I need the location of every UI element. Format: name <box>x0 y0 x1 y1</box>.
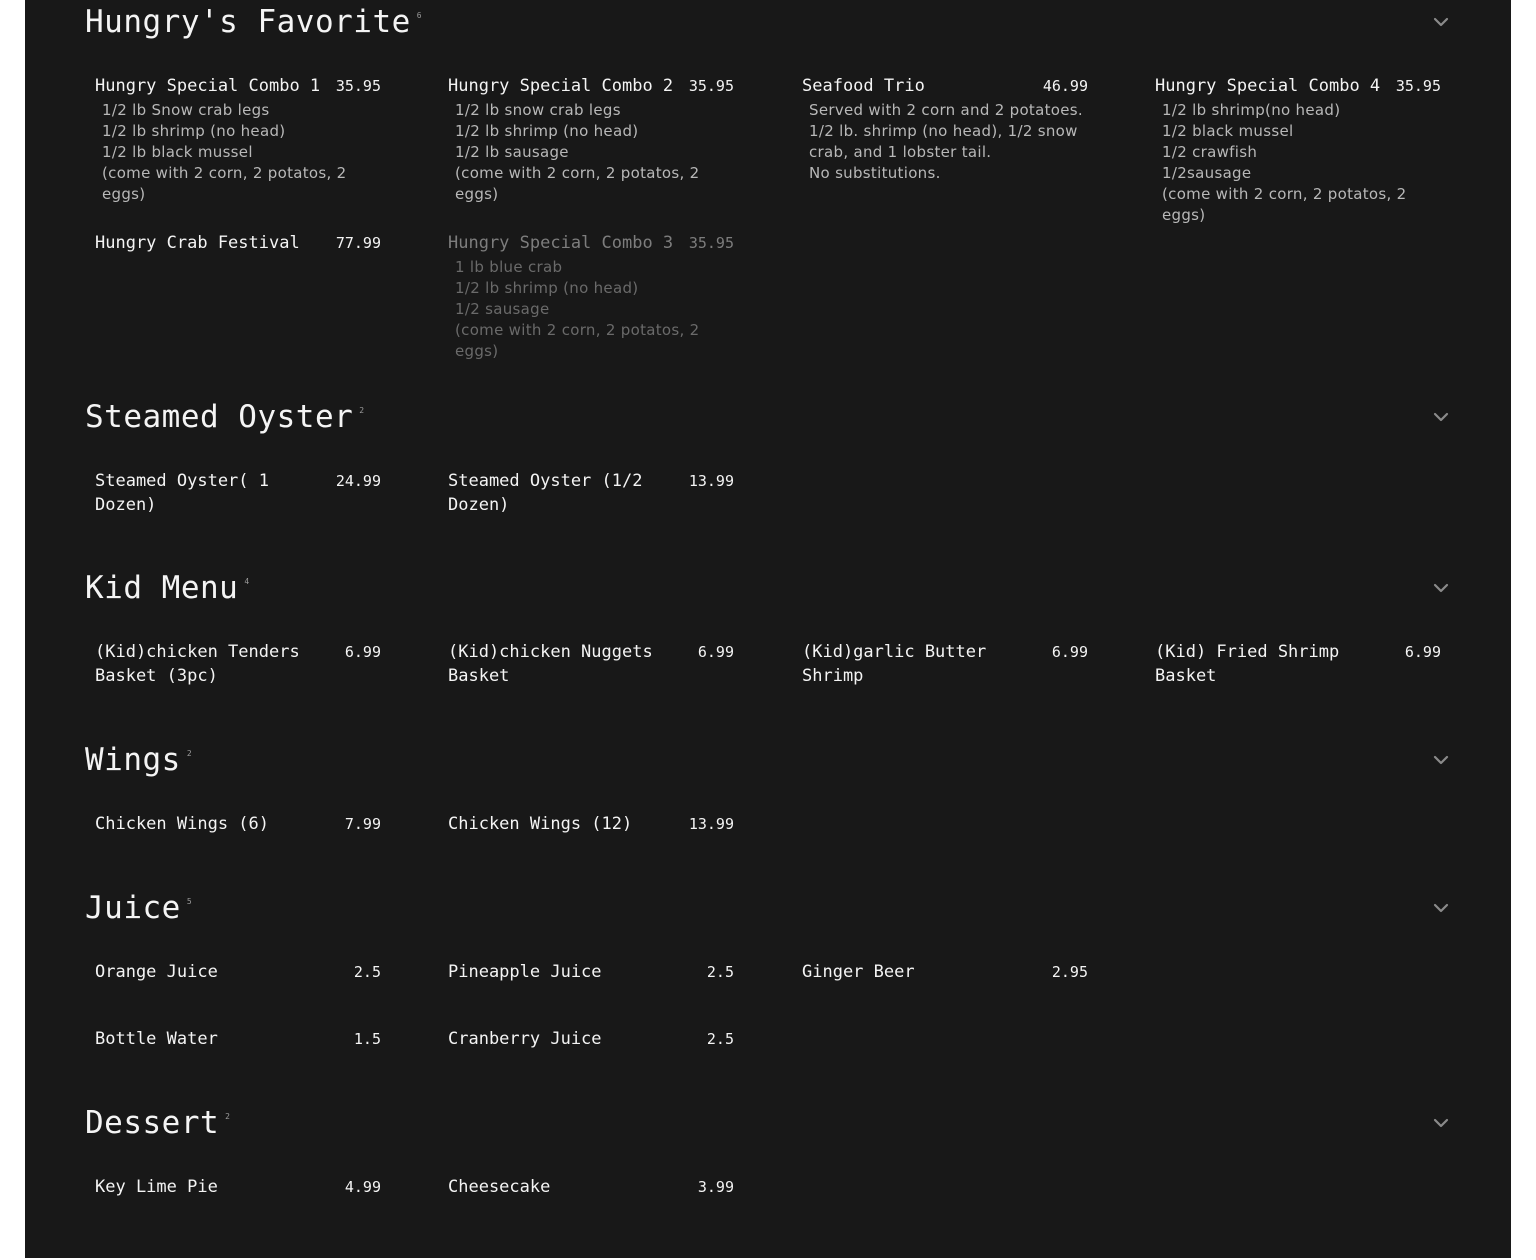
menu-item[interactable]: Hungry Special Combo 1 35.95 1/2 lb Snow … <box>95 74 381 205</box>
item-price: 35.95 <box>1395 77 1441 95</box>
item-name: Hungry Special Combo 3 <box>448 233 674 253</box>
section-kid-menu: Kid Menu 4 (Kid)chicken Tenders Basket (3… <box>85 566 1451 706</box>
item-name: Cranberry Juice <box>448 1029 602 1049</box>
section-header[interactable]: Dessert 2 <box>85 1101 1451 1145</box>
item-name: (Kid)garlic Butter Shrimp <box>802 642 987 686</box>
item-price: 35.95 <box>335 77 381 95</box>
section-dessert: Dessert 2 Key Lime Pie 4.99 Cheesecake 3.99 <box>85 1101 1451 1221</box>
item-price: 13.99 <box>688 472 734 490</box>
menu-item[interactable]: Key Lime Pie 4.99 <box>95 1175 381 1199</box>
section-item-count: 2 <box>359 406 365 415</box>
section-item-count: 2 <box>225 1112 231 1121</box>
item-name: Hungry Special Combo 2 <box>448 76 674 96</box>
menu-panel: Hungry's Favorite 6 Hungry Special Combo … <box>25 0 1511 1258</box>
item-name: Key Lime Pie <box>95 1177 218 1197</box>
menu-item[interactable]: Seafood Trio 46.99 Served with 2 corn and… <box>802 74 1088 184</box>
menu-item[interactable]: Hungry Special Combo 4 35.95 1/2 lb shrim… <box>1155 74 1441 226</box>
item-description: 1 lb blue crab 1/2 lb shrimp (no head) 1… <box>455 258 700 360</box>
item-name: Seafood Trio <box>802 76 925 96</box>
item-price: 35.95 <box>688 77 734 95</box>
item-price: 3.99 <box>697 1178 734 1196</box>
item-name: Pineapple Juice <box>448 962 602 982</box>
section-title: Kid Menu 4 <box>85 570 250 606</box>
menu-item[interactable]: Cranberry Juice 2.5 <box>448 1027 734 1051</box>
item-price: 2.5 <box>706 1030 734 1048</box>
menu-item[interactable]: Pineapple Juice 2.5 <box>448 960 734 984</box>
menu-item[interactable]: (Kid)chicken Nuggets Basket 6.99 <box>448 640 734 688</box>
item-name: Cheesecake <box>448 1177 551 1197</box>
menu-item[interactable]: Chicken Wings (12) 13.99 <box>448 812 734 836</box>
item-price: 1.5 <box>353 1030 381 1048</box>
item-name: Chicken Wings (6) <box>95 814 269 834</box>
item-name: Hungry Crab Festival <box>95 233 300 253</box>
section-item-count: 2 <box>186 749 193 758</box>
item-price: 2.5 <box>353 963 381 981</box>
item-name: Steamed Oyster( 1 Dozen) <box>95 471 269 515</box>
item-price: 2.5 <box>706 963 734 981</box>
item-price: 6.99 <box>1404 643 1441 661</box>
item-name: (Kid) Fried Shrimp Basket <box>1155 642 1340 686</box>
item-description: Served with 2 corn and 2 potatoes. 1/2 l… <box>809 101 1083 182</box>
item-price: 46.99 <box>1042 77 1088 95</box>
section-title: Wings 2 <box>85 742 193 778</box>
menu-item[interactable]: Ginger Beer 2.95 <box>802 960 1088 984</box>
section-item-count: 5 <box>186 897 193 906</box>
item-name: Bottle Water <box>95 1029 218 1049</box>
item-name: Chicken Wings (12) <box>448 814 633 834</box>
item-description: 1/2 lb shrimp(no head) 1/2 black mussel … <box>1162 101 1407 224</box>
menu-item[interactable]: Hungry Special Combo 2 35.95 1/2 lb snow … <box>448 74 734 205</box>
item-price: 7.99 <box>344 815 381 833</box>
item-price: 2.95 <box>1051 963 1088 981</box>
item-price: 6.99 <box>697 643 734 661</box>
menu-item[interactable]: Steamed Oyster (1/2 Dozen) 13.99 <box>448 469 734 517</box>
item-name: Orange Juice <box>95 962 218 982</box>
chevron-down-icon[interactable] <box>1431 898 1451 918</box>
item-description: 1/2 lb snow crab legs 1/2 lb shrimp (no … <box>455 101 700 203</box>
chevron-down-icon[interactable] <box>1431 750 1451 770</box>
section-steamed-oyster: Steamed Oyster 2 Steamed Oyster( 1 Dozen)… <box>85 395 1451 535</box>
item-price: 13.99 <box>688 815 734 833</box>
section-title: Dessert 2 <box>85 1105 231 1141</box>
item-description: 1/2 lb Snow crab legs 1/2 lb shrimp (no … <box>102 101 347 203</box>
item-price: 35.95 <box>688 234 734 252</box>
item-name: Hungry Special Combo 1 <box>95 76 321 96</box>
item-price: 24.99 <box>335 472 381 490</box>
section-header[interactable]: Kid Menu 4 <box>85 566 1451 610</box>
menu-item[interactable]: Bottle Water 1.5 <box>95 1027 381 1051</box>
item-name: (Kid)chicken Tenders Basket (3pc) <box>95 642 300 686</box>
section-title: Steamed Oyster 2 <box>85 399 365 435</box>
menu-item[interactable]: Steamed Oyster( 1 Dozen) 24.99 <box>95 469 381 517</box>
item-price: 6.99 <box>344 643 381 661</box>
item-name: Ginger Beer <box>802 962 915 982</box>
section-item-count: 4 <box>244 577 250 586</box>
section-wings: Wings 2 Chicken Wings (6) 7.99 Chicken Win… <box>85 738 1451 858</box>
section-hungrys-favorite: Hungry's Favorite 6 Hungry Special Combo … <box>85 0 1451 380</box>
item-price: 77.99 <box>335 234 381 252</box>
menu-item-unavailable[interactable]: Hungry Special Combo 3 35.95 1 lb blue cr… <box>448 231 734 362</box>
chevron-down-icon[interactable] <box>1431 407 1451 427</box>
section-header[interactable]: Hungry's Favorite 6 <box>85 0 1451 44</box>
section-header[interactable]: Steamed Oyster 2 <box>85 395 1451 439</box>
menu-item[interactable]: Hungry Crab Festival 77.99 <box>95 231 381 255</box>
chevron-down-icon[interactable] <box>1431 1113 1451 1133</box>
menu-item[interactable]: (Kid)chicken Tenders Basket (3pc) 6.99 <box>95 640 381 688</box>
section-title: Hungry's Favorite 6 <box>85 4 423 40</box>
section-header[interactable]: Juice 5 <box>85 886 1451 930</box>
section-juice: Juice 5 Orange Juice 2.5 Pineapple Juice 2.… <box>85 886 1451 1066</box>
menu-item[interactable]: Cheesecake 3.99 <box>448 1175 734 1199</box>
chevron-down-icon[interactable] <box>1431 12 1451 32</box>
menu-item[interactable]: Orange Juice 2.5 <box>95 960 381 984</box>
item-name: Steamed Oyster (1/2 Dozen) <box>448 471 643 515</box>
section-item-count: 6 <box>416 11 423 20</box>
menu-item[interactable]: (Kid) Fried Shrimp Basket 6.99 <box>1155 640 1441 688</box>
item-name: Hungry Special Combo 4 <box>1155 76 1381 96</box>
item-price: 4.99 <box>344 1178 381 1196</box>
item-name: (Kid)chicken Nuggets Basket <box>448 642 653 686</box>
section-title: Juice 5 <box>85 890 193 926</box>
menu-item[interactable]: (Kid)garlic Butter Shrimp 6.99 <box>802 640 1088 688</box>
section-header[interactable]: Wings 2 <box>85 738 1451 782</box>
menu-item[interactable]: Chicken Wings (6) 7.99 <box>95 812 381 836</box>
chevron-down-icon[interactable] <box>1431 578 1451 598</box>
item-price: 6.99 <box>1051 643 1088 661</box>
